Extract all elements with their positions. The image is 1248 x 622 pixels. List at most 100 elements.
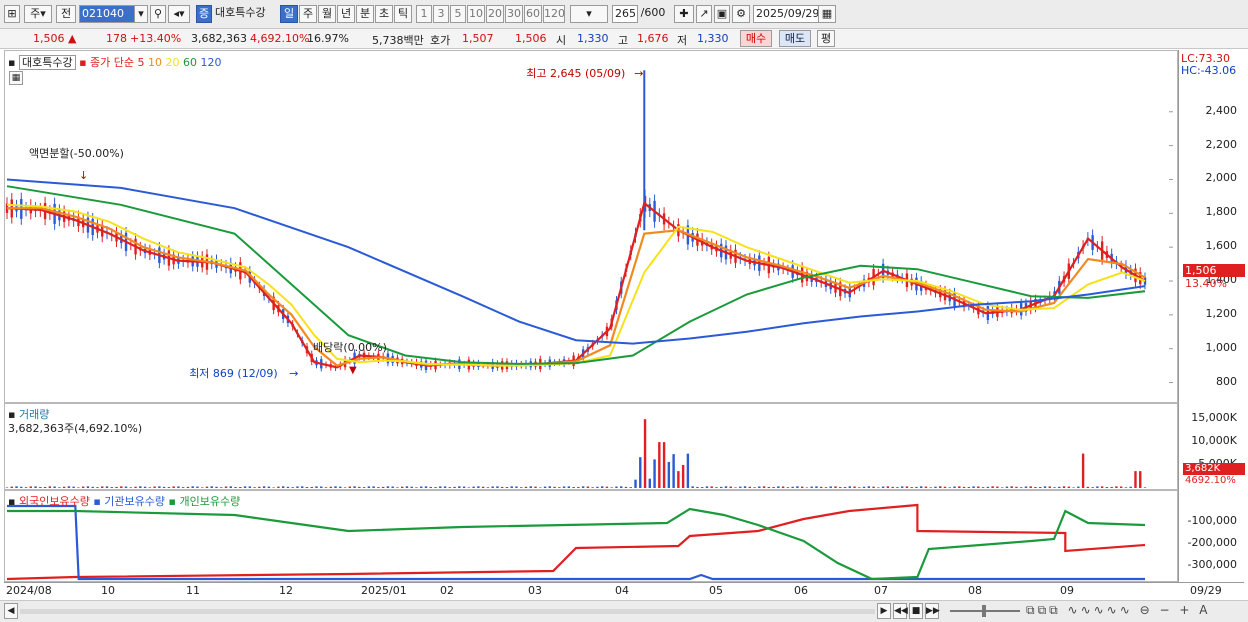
interval-button-5[interactable]: 5	[450, 5, 466, 23]
volume-axis: 15,000K10,000K5,000K 3,682K 4692.10%	[1178, 403, 1245, 490]
price-tick: 2,400	[1205, 103, 1238, 117]
period-tab-일[interactable]: 일	[280, 5, 298, 23]
volume-bar	[739, 486, 742, 488]
table-icon[interactable]: ▦	[9, 71, 23, 85]
ma-legend-5[interactable]: 5	[138, 56, 145, 69]
volume-bar	[315, 486, 318, 488]
period-tab-분[interactable]: 분	[356, 5, 374, 23]
x-tick: 08	[968, 584, 982, 597]
ma-legend-120[interactable]: 120	[197, 56, 222, 69]
price-tick: 2,000	[1205, 171, 1238, 185]
volume-bar	[67, 486, 71, 488]
volume-bar	[105, 486, 109, 488]
interval-select[interactable]: ▾	[570, 5, 608, 23]
x-tick: 06	[794, 584, 808, 597]
volume-bar	[281, 486, 285, 488]
period-tab-주[interactable]: 주	[299, 5, 317, 23]
ma-legend-60[interactable]: 60	[180, 56, 197, 69]
volume-bar	[348, 486, 352, 488]
volume-bar	[1067, 486, 1071, 488]
last-pct-tag: 13.40%	[1185, 277, 1227, 290]
volume-bar	[853, 486, 856, 488]
scroll-right-icon[interactable]: ▶	[877, 603, 891, 619]
period-tab-틱[interactable]: 틱	[394, 5, 412, 23]
volume-bar	[977, 486, 980, 488]
volume-bar	[586, 486, 590, 488]
ma-legend-20[interactable]: 20	[162, 56, 180, 69]
hc-value: HC:-43.06	[1181, 64, 1237, 77]
volume-bar	[434, 487, 437, 488]
volume-bar	[1105, 487, 1109, 488]
volume-bar	[710, 486, 713, 488]
stop-icon[interactable]: ■	[909, 603, 923, 619]
rewind-icon[interactable]: ◀◀	[893, 603, 908, 619]
volume-bar	[115, 486, 118, 488]
volume-bar	[700, 487, 704, 488]
volume-pane[interactable]: ▪ 거래량 3,682,363주(4,692.10%)	[4, 403, 1178, 490]
bid-label: 호가	[430, 34, 451, 47]
gear-icon[interactable]: ⚙	[732, 5, 750, 23]
sell-button[interactable]: 매도	[779, 30, 811, 47]
period-tab-년[interactable]: 년	[337, 5, 355, 23]
prev-toggle[interactable]: 전	[56, 5, 76, 23]
interval-button-20[interactable]: 20	[486, 5, 504, 23]
volume-bar	[353, 486, 356, 488]
save-icon[interactable]: ▣	[714, 5, 730, 23]
period-tab-월[interactable]: 월	[318, 5, 336, 23]
crosshair-icon[interactable]: ✚	[674, 5, 694, 23]
volume-bar	[924, 486, 928, 488]
volume-bar	[58, 487, 61, 488]
period-tab-초[interactable]: 초	[375, 5, 393, 23]
code-dropdown-icon[interactable]: ▾	[134, 5, 148, 23]
volume-bar	[1124, 487, 1128, 488]
volume-bar	[548, 486, 552, 488]
tool-icons[interactable]: ⧉⧉⧉ ∿∿∿∿∿ ⊖ − + A	[1026, 603, 1210, 618]
price-pane[interactable]: 최고 2,645 (05/09) → 최저 869 (12/09) → 액면분할(-50…	[4, 50, 1178, 403]
scroll-left-icon[interactable]: ◀	[4, 603, 18, 619]
buy-button[interactable]: 매수	[740, 30, 772, 47]
volume-bar	[867, 486, 871, 488]
volume-bar	[596, 486, 599, 488]
scrollbar-track[interactable]	[20, 609, 875, 614]
volume-bar	[458, 486, 461, 488]
interval-button-1[interactable]: 1	[416, 5, 432, 23]
count-input[interactable]: 265	[612, 5, 638, 23]
ma-legend-10[interactable]: 10	[145, 56, 162, 69]
volume-bar	[53, 486, 56, 488]
calendar-icon[interactable]: ▦	[818, 5, 836, 23]
interval-button-10[interactable]: 10	[467, 5, 485, 23]
interval-button-120[interactable]: 120	[543, 5, 565, 23]
forward-icon[interactable]: ▶▶	[925, 603, 940, 619]
eval-button[interactable]: 평	[817, 30, 835, 47]
volume-bar	[29, 486, 33, 488]
volume-bar	[600, 486, 604, 488]
speaker-icon[interactable]: ◂▾	[168, 5, 190, 23]
volume-bar	[848, 486, 851, 488]
volume-bar	[153, 486, 156, 488]
interval-button-60[interactable]: 60	[524, 5, 542, 23]
volume-bar	[110, 487, 113, 488]
market-select[interactable]: 주▾	[24, 5, 52, 23]
volume-bar	[567, 486, 571, 488]
toolbar: ⊞ 주▾ 전 021040 ▾ ⚲ ◂▾ 증 대호특수강 일주월년분초틱 135…	[0, 0, 1248, 29]
date-input[interactable]: 2025/09/29	[753, 5, 819, 23]
volume-bar	[472, 486, 475, 488]
volume-bar	[743, 486, 747, 488]
x-tick: 10	[101, 584, 115, 597]
x-tick: 09	[1060, 584, 1074, 597]
interval-button-3[interactable]: 3	[433, 5, 449, 23]
volume-bar	[996, 486, 999, 488]
holdings-pane[interactable]: ▪ 외국인보유수량 ▪ 기관보유수량 ▪ 개인보유수량	[4, 490, 1178, 582]
volume-bar	[258, 486, 261, 488]
zoom-slider-handle[interactable]	[982, 605, 986, 617]
volume-bar	[524, 486, 528, 488]
stock-code-input[interactable]: 021040	[79, 5, 135, 23]
draw-tool-icon[interactable]: ↗	[696, 5, 712, 23]
layout-icon[interactable]: ⊞	[4, 5, 20, 23]
volume-bar	[767, 486, 771, 488]
turnover: 16.97%	[307, 32, 349, 45]
volume-bar	[534, 486, 537, 488]
interval-button-30[interactable]: 30	[505, 5, 523, 23]
volume-bar	[981, 487, 985, 488]
search-icon[interactable]: ⚲	[150, 5, 166, 23]
